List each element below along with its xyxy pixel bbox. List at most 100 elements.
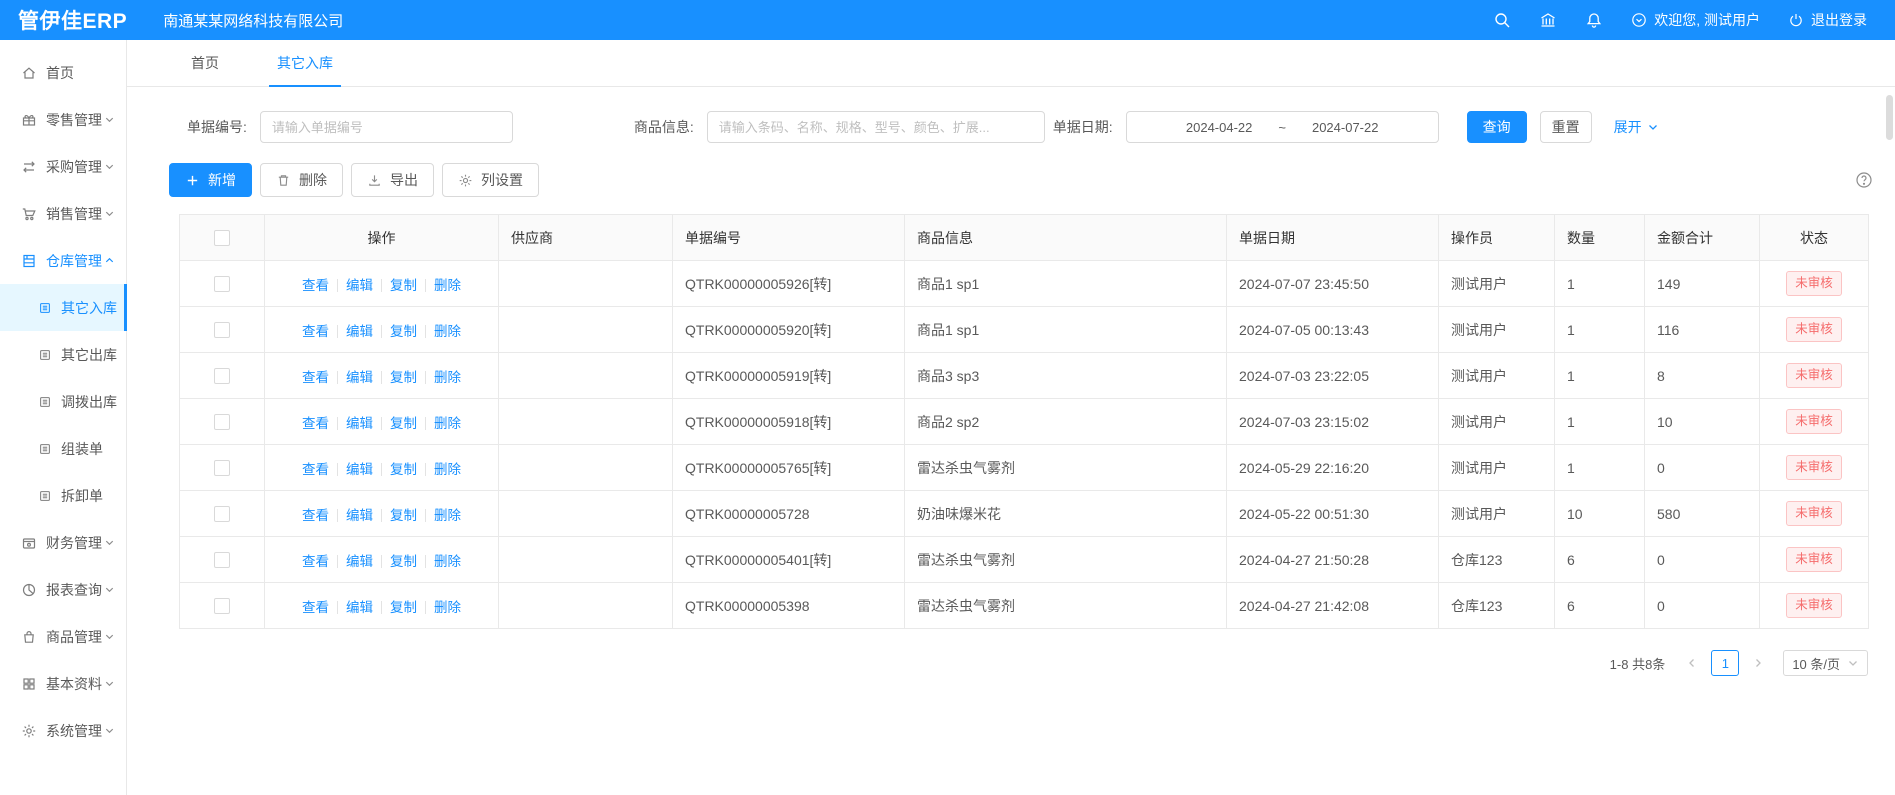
- sidebar-item-other-outbound[interactable]: 其它出库: [0, 331, 126, 378]
- copy-link[interactable]: 复制: [390, 600, 417, 615]
- sidebar-item-sales[interactable]: 销售管理: [0, 190, 126, 237]
- gift-icon: [21, 112, 37, 128]
- sidebar-item-purchase[interactable]: 采购管理: [0, 143, 126, 190]
- chevron-up-icon: [104, 255, 115, 266]
- goods-input[interactable]: [707, 111, 1045, 143]
- sidebar-item-transfer-outbound[interactable]: 调拨出库: [0, 378, 126, 425]
- sidebar-item-disassembly[interactable]: 拆卸单: [0, 472, 126, 519]
- delete-link[interactable]: 删除: [434, 600, 461, 615]
- copy-link[interactable]: 复制: [390, 416, 417, 431]
- bell-icon[interactable]: [1585, 11, 1603, 29]
- view-link[interactable]: 查看: [302, 324, 329, 339]
- col-qty: 数量: [1555, 215, 1645, 261]
- sidebar-item-assembly[interactable]: 组装单: [0, 425, 126, 472]
- user-menu[interactable]: 欢迎您, 测试用户: [1631, 10, 1760, 30]
- edit-link[interactable]: 编辑: [346, 508, 373, 523]
- gear-icon: [21, 723, 37, 739]
- row-checkbox[interactable]: [214, 368, 230, 384]
- view-link[interactable]: 查看: [302, 508, 329, 523]
- edit-link[interactable]: 编辑: [346, 554, 373, 569]
- scrollbar-thumb[interactable]: [1886, 95, 1893, 140]
- operator-cell: 测试用户: [1439, 491, 1555, 537]
- copy-link[interactable]: 复制: [390, 370, 417, 385]
- edit-link[interactable]: 编辑: [346, 278, 373, 293]
- table-row: 查看编辑复制删除 QTRK00000005926[转] 商品1 sp1 2024…: [180, 261, 1869, 307]
- view-link[interactable]: 查看: [302, 278, 329, 293]
- page-size-select[interactable]: 10 条/页: [1783, 650, 1868, 676]
- edit-link[interactable]: 编辑: [346, 370, 373, 385]
- view-link[interactable]: 查看: [302, 600, 329, 615]
- date-cell: 2024-05-22 00:51:30: [1227, 491, 1439, 537]
- page-number[interactable]: 1: [1711, 650, 1739, 676]
- sidebar-item-goods[interactable]: 商品管理: [0, 613, 126, 660]
- delete-link[interactable]: 删除: [434, 324, 461, 339]
- delete-button[interactable]: 删除: [260, 163, 343, 197]
- chevron-down-icon: [104, 631, 115, 642]
- sidebar-item-home[interactable]: 首页: [0, 49, 126, 96]
- view-link[interactable]: 查看: [302, 462, 329, 477]
- delete-link[interactable]: 删除: [434, 508, 461, 523]
- search-icon[interactable]: [1493, 11, 1511, 29]
- row-checkbox[interactable]: [214, 414, 230, 430]
- amount-cell: 10: [1645, 399, 1760, 445]
- copy-link[interactable]: 复制: [390, 554, 417, 569]
- chevron-right-icon: [1752, 657, 1764, 669]
- edit-link[interactable]: 编辑: [346, 600, 373, 615]
- tab-other-inbound[interactable]: 其它入库: [277, 40, 333, 86]
- prev-page-button[interactable]: [1679, 650, 1705, 676]
- goods-cell: 商品1 sp1: [905, 307, 1227, 353]
- sidebar-item-retail[interactable]: 零售管理: [0, 96, 126, 143]
- sidebar-item-system[interactable]: 系统管理: [0, 707, 126, 754]
- app-header: 管伊佳ERP 南通某某网络科技有限公司 欢迎您, 测试用户 退出登录: [0, 0, 1895, 40]
- chevron-down-icon: [104, 161, 115, 172]
- edit-link[interactable]: 编辑: [346, 462, 373, 477]
- export-button[interactable]: 导出: [351, 163, 434, 197]
- view-link[interactable]: 查看: [302, 416, 329, 431]
- logout-button[interactable]: 退出登录: [1788, 10, 1867, 30]
- swap-icon: [21, 159, 37, 175]
- sidebar-item-warehouse[interactable]: 仓库管理: [0, 237, 126, 284]
- sidebar-item-reports[interactable]: 报表查询: [0, 566, 126, 613]
- expand-toggle[interactable]: 展开: [1614, 117, 1659, 137]
- help-icon[interactable]: [1855, 171, 1873, 189]
- delete-link[interactable]: 删除: [434, 278, 461, 293]
- order-no-cell: QTRK00000005920[转]: [673, 307, 905, 353]
- edit-link[interactable]: 编辑: [346, 324, 373, 339]
- delete-link[interactable]: 删除: [434, 370, 461, 385]
- search-button[interactable]: 查询: [1467, 111, 1527, 143]
- select-all-checkbox[interactable]: [214, 230, 230, 246]
- sidebar-item-other-inbound[interactable]: 其它入库: [0, 284, 126, 331]
- sidebar-item-basic-data[interactable]: 基本资料: [0, 660, 126, 707]
- filter-bar: 单据编号: 商品信息: 单据日期: 2024-04-22 ~ 2024-07-2…: [127, 87, 1895, 163]
- copy-link[interactable]: 复制: [390, 508, 417, 523]
- delete-link[interactable]: 删除: [434, 416, 461, 431]
- operator-cell: 测试用户: [1439, 353, 1555, 399]
- sidebar: 首页 零售管理 采购管理 销售管理 仓库管理 其它入库 其它出库 调拨出库 组装…: [0, 40, 127, 795]
- date-cell: 2024-04-27 21:50:28: [1227, 537, 1439, 583]
- row-checkbox[interactable]: [214, 552, 230, 568]
- view-link[interactable]: 查看: [302, 370, 329, 385]
- view-link[interactable]: 查看: [302, 554, 329, 569]
- delete-link[interactable]: 删除: [434, 554, 461, 569]
- reset-button[interactable]: 重置: [1540, 111, 1592, 143]
- column-settings-button[interactable]: 列设置: [442, 163, 539, 197]
- delete-link[interactable]: 删除: [434, 462, 461, 477]
- bank-icon[interactable]: [1539, 11, 1557, 29]
- row-checkbox[interactable]: [214, 322, 230, 338]
- order-no-input[interactable]: [260, 111, 513, 143]
- edit-link[interactable]: 编辑: [346, 416, 373, 431]
- sidebar-item-finance[interactable]: 财务管理: [0, 519, 126, 566]
- next-page-button[interactable]: [1745, 650, 1771, 676]
- add-button[interactable]: 新增: [169, 163, 252, 197]
- row-checkbox[interactable]: [214, 598, 230, 614]
- row-checkbox[interactable]: [214, 460, 230, 476]
- tab-home[interactable]: 首页: [191, 40, 219, 86]
- row-checkbox[interactable]: [214, 276, 230, 292]
- copy-link[interactable]: 复制: [390, 462, 417, 477]
- row-checkbox[interactable]: [214, 506, 230, 522]
- copy-link[interactable]: 复制: [390, 324, 417, 339]
- chevron-down-icon: [104, 114, 115, 125]
- copy-link[interactable]: 复制: [390, 278, 417, 293]
- date-range-picker[interactable]: 2024-04-22 ~ 2024-07-22: [1126, 111, 1439, 143]
- col-date: 单据日期: [1227, 215, 1439, 261]
